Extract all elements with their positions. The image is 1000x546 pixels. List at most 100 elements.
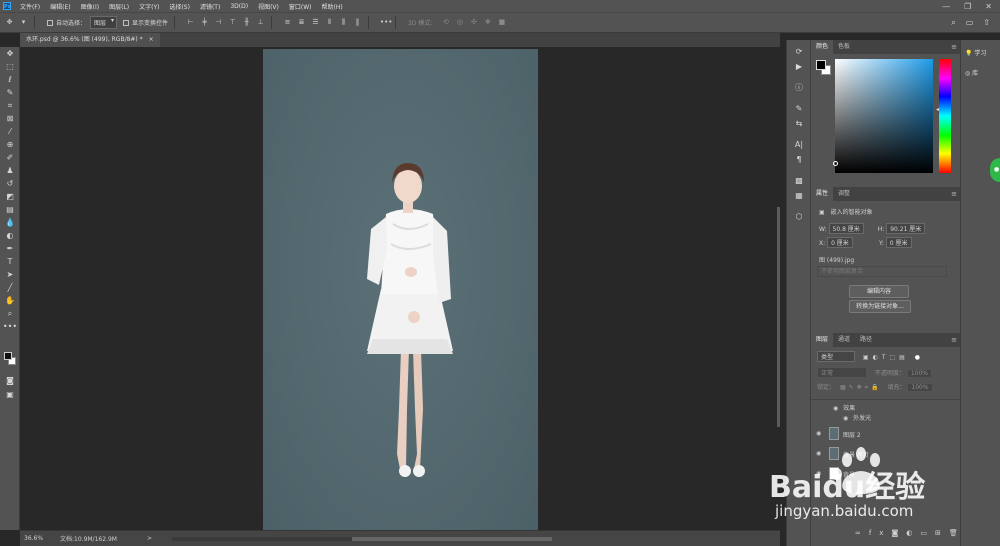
filter-icons[interactable]: ▣◐T⬚▤ [863, 354, 909, 361]
adjustments-icon[interactable]: ⇆ [787, 116, 811, 131]
3d-scale-icon[interactable]: ■ [497, 18, 506, 27]
zoom-tool-icon[interactable]: ⌕ [0, 307, 20, 320]
show-transform-checkbox[interactable] [123, 19, 130, 26]
visibility-eye-icon[interactable]: ◉ [816, 430, 821, 437]
floating-badge-icon[interactable]: ● [990, 158, 1000, 182]
minimize-icon[interactable]: — [942, 2, 950, 11]
move-tool-icon[interactable]: ✥ [0, 47, 20, 60]
crop-tool-icon[interactable]: ⌗ [0, 99, 20, 112]
color-picker-marker[interactable] [833, 161, 838, 166]
hue-slider[interactable] [939, 59, 951, 173]
path-select-tool-icon[interactable]: ➤ [0, 268, 20, 281]
brush-settings-icon[interactable]: ✎ [787, 101, 811, 116]
eraser-tool-icon[interactable]: ◩ [0, 190, 20, 203]
menu-edit[interactable]: 编辑(E) [45, 2, 75, 11]
align-right-icon[interactable]: ⊣ [214, 18, 223, 27]
search-icon[interactable]: ⌕ [951, 18, 955, 28]
glyphs-icon[interactable]: ▦ [787, 188, 811, 203]
menu-view[interactable]: 视图(V) [253, 2, 284, 11]
maximize-icon[interactable]: ❐ [964, 2, 971, 11]
photoshop-logo-icon[interactable]: Ps [3, 2, 11, 10]
libraries-icon[interactable]: ▩ [787, 173, 811, 188]
actions-play-icon[interactable]: ▶ [787, 59, 811, 74]
zoom-level[interactable]: 36.6% [20, 535, 50, 542]
panel-menu-icon[interactable]: ≡ [951, 40, 957, 54]
lasso-tool-icon[interactable]: ℓ [0, 73, 20, 86]
gradient-tool-icon[interactable]: ▤ [0, 203, 20, 216]
brush-tool-icon[interactable]: ✐ [0, 151, 20, 164]
layer-filter-dropdown[interactable]: 类型 [817, 351, 855, 362]
quick-mask-icon[interactable]: ◙ [0, 374, 20, 387]
y-field[interactable]: 0 厘米 [885, 237, 912, 248]
paragraph-icon[interactable]: ¶ [787, 152, 811, 167]
close-tab-icon[interactable]: × [149, 36, 154, 43]
menu-3d[interactable]: 3D(D) [225, 3, 253, 10]
convert-to-linked-button[interactable]: 转换为链接对象... [849, 300, 911, 313]
menu-file[interactable]: 文件(F) [15, 2, 45, 11]
quick-select-tool-icon[interactable]: ✎ [0, 86, 20, 99]
edit-contents-button[interactable]: 编辑内容 [849, 285, 909, 298]
info-icon[interactable]: ⓘ [787, 80, 811, 95]
workspace-icon[interactable]: ▭ [966, 18, 974, 28]
history-icon[interactable]: ⟳ [787, 44, 811, 59]
menu-type[interactable]: 文字(Y) [134, 2, 164, 11]
document-tab[interactable]: 水环.psd @ 36.6% (图 (499), RGB/8#) * × [20, 33, 160, 47]
distribute-bottom-icon[interactable]: ☰ [311, 18, 320, 27]
edit-toolbar-icon[interactable]: ••• [0, 320, 20, 333]
foreground-color-chip[interactable] [816, 60, 826, 70]
3d-rotate-icon[interactable]: ⟲ [441, 18, 450, 27]
clone-stamp-tool-icon[interactable]: ♟ [0, 164, 20, 177]
distribute-top-icon[interactable]: ≡ [283, 18, 292, 27]
auto-select-option[interactable]: 自动选择： 图层 [47, 16, 118, 29]
distribute-right-icon[interactable]: ‖ [353, 18, 362, 27]
dodge-tool-icon[interactable]: ◐ [0, 229, 20, 242]
auto-select-checkbox[interactable] [47, 19, 53, 26]
menu-filter[interactable]: 滤镜(T) [195, 2, 225, 11]
learn-item[interactable]: 💡 学习 [965, 48, 986, 57]
panel-menu-icon[interactable]: ≡ [951, 187, 957, 201]
eyedropper-tool-icon[interactable]: ⁄ [0, 125, 20, 138]
3d-roll-icon[interactable]: ◎ [455, 18, 464, 27]
horizontal-scroll-thumb[interactable] [351, 536, 552, 541]
3d-icon[interactable]: ⬡ [787, 209, 811, 224]
3d-slide-icon[interactable]: ❖ [483, 18, 492, 27]
outer-glow-eye-icon[interactable]: ◉ [843, 415, 848, 422]
width-field[interactable]: 50.8 厘米 [828, 223, 864, 234]
history-brush-tool-icon[interactable]: ↺ [0, 177, 20, 190]
menu-help[interactable]: 帮助(H) [317, 2, 348, 11]
vertical-scrollbar[interactable] [777, 207, 780, 427]
hue-marker-icon[interactable]: ◂ [936, 106, 939, 113]
show-transform-option[interactable]: 显示变换控件 [123, 18, 168, 27]
menu-layer[interactable]: 图层(L) [104, 2, 134, 11]
3d-pan-icon[interactable]: ✣ [469, 18, 478, 27]
tab-color[interactable]: 颜色 [811, 40, 834, 54]
tab-channels[interactable]: 通道 [833, 333, 855, 347]
character-icon[interactable]: A| [787, 137, 811, 152]
share-icon[interactable]: ⇧ [983, 18, 990, 28]
tab-paths[interactable]: 路径 [855, 333, 877, 347]
tab-swatches[interactable]: 色板 [833, 40, 855, 54]
shape-tool-icon[interactable]: ╱ [0, 281, 20, 294]
panel-menu-icon[interactable]: ≡ [951, 333, 957, 347]
menu-window[interactable]: 窗口(W) [284, 2, 317, 11]
opacity-field[interactable]: 100% [906, 369, 933, 378]
effects-eye-icon[interactable]: ◉ [833, 405, 838, 412]
menu-image[interactable]: 图像(I) [76, 2, 104, 11]
screen-mode-icon[interactable]: ▣ [0, 388, 20, 401]
foreground-color-swatch[interactable] [4, 352, 12, 360]
distribute-left-icon[interactable]: ⦀ [325, 18, 334, 27]
hand-tool-icon[interactable]: ✋ [0, 294, 20, 307]
horizontal-scrollbar[interactable] [171, 536, 552, 541]
frame-tool-icon[interactable]: ⊠ [0, 112, 20, 125]
more-options-icon[interactable]: ••• [380, 18, 392, 27]
height-field[interactable]: 90.21 厘米 [886, 223, 926, 234]
filter-toggle-icon[interactable]: ● [915, 354, 920, 361]
marquee-tool-icon[interactable]: ⬚ [0, 60, 20, 73]
status-menu-arrow[interactable]: > [117, 535, 152, 542]
lock-icons[interactable]: ▦✎✥⌗🔒 [840, 384, 882, 391]
tab-layers[interactable]: 图层 [811, 333, 834, 347]
canvas-workspace[interactable] [20, 47, 780, 530]
align-bottom-icon[interactable]: ⊥ [256, 18, 265, 27]
auto-select-dropdown[interactable]: 图层 [90, 16, 118, 29]
tab-adjustments[interactable]: 调整 [833, 187, 855, 201]
